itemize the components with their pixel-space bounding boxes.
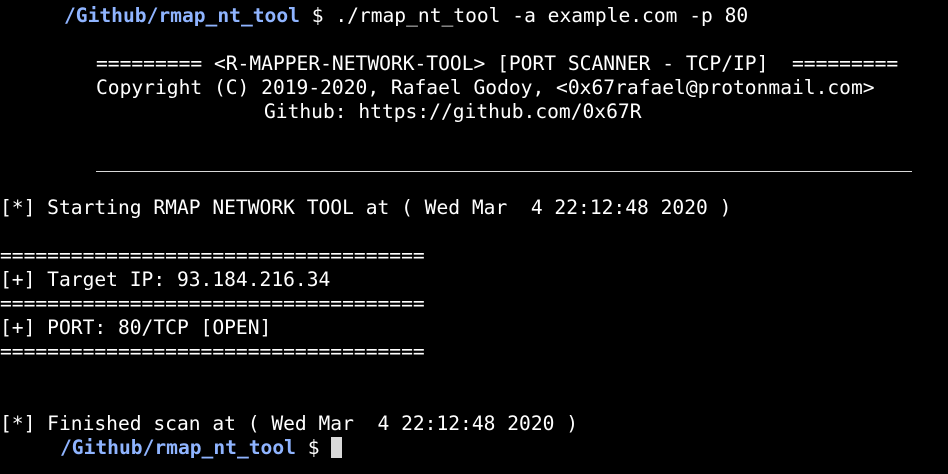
prompt-line-top: /Github/rmap_nt_tool $ ./rmap_nt_tool -a… [64,4,748,28]
text-cursor [331,437,343,458]
banner-divider [96,171,912,172]
banner-title: ========= <R-MAPPER-NETWORK-TOOL> [PORT … [96,52,899,75]
start-message: [*] Starting RMAP NETWORK TOOL at ( Wed … [0,196,732,219]
separator-line: ==================================== [0,244,425,267]
prompt-cwd: /Github/rmap_nt_tool [64,4,300,27]
separator-line: ==================================== [0,340,425,363]
banner-copyright: Copyright (C) 2019-2020, Rafael Godoy, <… [96,76,875,99]
prompt-cwd: /Github/rmap_nt_tool [60,436,296,459]
prompt-symbol: $ [311,4,324,27]
target-ip-line: [+] Target IP: 93.184.216.34 [0,268,331,291]
prompt-symbol: $ [307,436,320,459]
terminal-window[interactable]: /Github/rmap_nt_tool $ ./rmap_nt_tool -a… [0,0,948,474]
finish-message: [*] Finished scan at ( Wed Mar 4 22:12:4… [0,412,579,435]
command-text: ./rmap_nt_tool -a example.com -p 80 [335,4,749,27]
banner-github: Github: https://github.com/0x67R [264,100,642,123]
separator-line: ==================================== [0,292,425,315]
port-status-line: [+] PORT: 80/TCP [OPEN] [0,316,272,339]
prompt-line-bottom[interactable]: /Github/rmap_nt_tool $ [60,436,343,460]
